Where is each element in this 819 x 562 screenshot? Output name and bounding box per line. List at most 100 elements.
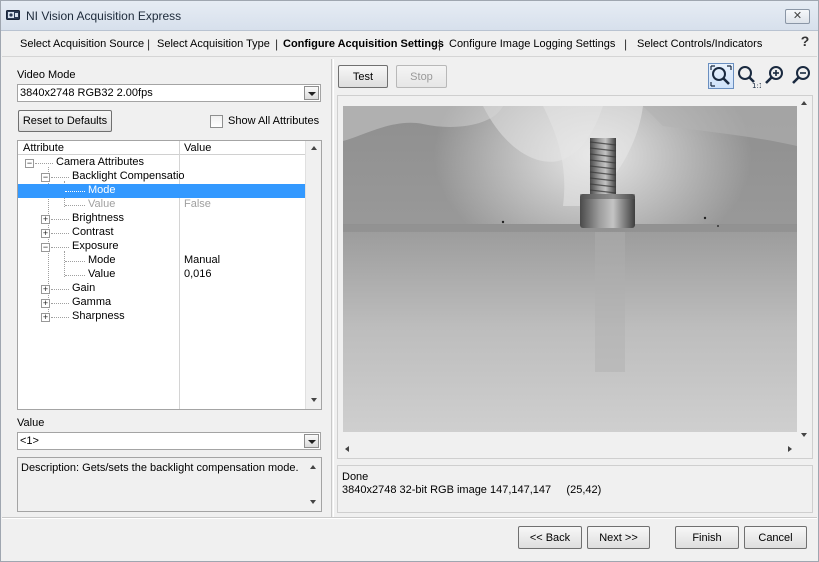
- tree-row-backlight-compensation[interactable]: − Backlight Compensatio: [18, 170, 306, 184]
- tree-header: Attribute Value: [18, 141, 306, 155]
- acquired-image[interactable]: [343, 106, 797, 432]
- expand-icon[interactable]: +: [41, 285, 50, 294]
- help-icon[interactable]: ?: [797, 33, 813, 53]
- step-select-acquisition-type[interactable]: Select Acquisition Type: [157, 38, 270, 50]
- zoom-1-to-1-button[interactable]: 1:1: [735, 63, 763, 90]
- tree-row-label: Exposure: [72, 240, 119, 252]
- footer-separator: [2, 517, 817, 519]
- window-title: NI Vision Acquisition Express: [26, 9, 182, 23]
- step-separator: |: [438, 37, 442, 51]
- acquisition-express-window: NI Vision Acquisition Express ✕ Select A…: [0, 0, 819, 562]
- expand-icon[interactable]: +: [41, 215, 50, 224]
- close-button[interactable]: ✕: [785, 9, 810, 24]
- stop-button[interactable]: Stop: [396, 65, 447, 88]
- cancel-button[interactable]: Cancel: [744, 526, 807, 549]
- tree-row-camera-attributes[interactable]: − Camera Attributes: [18, 156, 306, 170]
- scroll-up-arrow-icon[interactable]: [306, 141, 321, 155]
- value-label: Value: [17, 417, 45, 429]
- attribute-column-header[interactable]: Attribute: [23, 142, 64, 154]
- reset-to-defaults-button[interactable]: Reset to Defaults: [18, 110, 112, 132]
- close-icon: ✕: [792, 10, 803, 22]
- tree-row-exposure-mode[interactable]: Mode Manual: [18, 254, 306, 268]
- attribute-tree[interactable]: Attribute Value − Camera Attributes − Ba…: [17, 140, 322, 410]
- show-all-attributes-label: Show All Attributes: [228, 115, 320, 127]
- tree-row-contrast[interactable]: + Contrast: [18, 226, 306, 240]
- tree-row-backlight-value[interactable]: Value False: [18, 198, 306, 212]
- value-select[interactable]: <1>: [17, 432, 321, 450]
- zoom-out-icon: [792, 66, 810, 84]
- step-select-controls-indicators[interactable]: Select Controls/Indicators: [637, 38, 762, 50]
- show-all-attributes-checkbox[interactable]: [210, 115, 223, 128]
- tree-row-label: Value: [88, 198, 116, 210]
- tree-row-label: Mode: [88, 254, 116, 266]
- scroll-right-arrow-icon[interactable]: [782, 442, 796, 456]
- zoom-in-icon: [765, 66, 783, 84]
- value-column-header[interactable]: Value: [184, 142, 211, 154]
- expand-icon[interactable]: +: [41, 313, 50, 322]
- tree-row-label: Mode: [88, 184, 116, 196]
- video-mode-label: Video Mode: [17, 69, 76, 81]
- svg-text:1:1: 1:1: [752, 82, 761, 89]
- scroll-down-arrow-icon[interactable]: [305, 495, 321, 509]
- scroll-down-arrow-icon[interactable]: [796, 428, 812, 442]
- scroll-up-arrow-icon[interactable]: [305, 460, 321, 474]
- video-mode-value: 3840x2748 RGB32 2.00fps: [20, 87, 153, 99]
- tree-row-label: Brightness: [72, 212, 124, 224]
- zoom-to-fit-button[interactable]: [708, 63, 734, 89]
- zoom-in-button[interactable]: [763, 63, 789, 89]
- camera-icon: [6, 10, 20, 20]
- scroll-up-arrow-icon[interactable]: [796, 96, 812, 110]
- title-bar: NI Vision Acquisition Express ✕: [1, 1, 818, 31]
- step-configure-image-logging[interactable]: Configure Image Logging Settings: [449, 38, 615, 50]
- description-text: Description: Gets/sets the backlight com…: [21, 462, 299, 474]
- step-separator: |: [275, 37, 279, 51]
- image-vertical-scrollbar[interactable]: [796, 96, 812, 442]
- collapse-icon[interactable]: −: [25, 159, 34, 168]
- zoom-fit-icon: [710, 65, 732, 87]
- tree-row-label: Value: [88, 268, 116, 280]
- tree-row-value: False: [184, 198, 211, 210]
- tree-row-label: Gain: [72, 282, 96, 294]
- description-scrollbar[interactable]: [305, 458, 321, 511]
- back-button[interactable]: << Back: [518, 526, 582, 549]
- image-display[interactable]: [337, 95, 813, 459]
- collapse-icon[interactable]: −: [41, 243, 50, 252]
- expand-icon[interactable]: +: [41, 299, 50, 308]
- tree-row-label: Contrast: [72, 226, 114, 238]
- tree-row-exposure-value[interactable]: Value 0,016: [18, 268, 306, 282]
- pane-divider[interactable]: [331, 59, 334, 517]
- dropdown-arrow-icon[interactable]: [304, 86, 319, 100]
- tree-row-label: Sharpness: [72, 310, 125, 322]
- tree-scrollbar[interactable]: [305, 141, 321, 409]
- step-configure-acquisition-settings[interactable]: Configure Acquisition Settings: [283, 38, 444, 50]
- tree-row-label: Camera Attributes: [56, 156, 145, 168]
- tree-row-brightness[interactable]: + Brightness: [18, 212, 306, 226]
- value-select-value: <1>: [20, 435, 39, 447]
- tree-row-label: Backlight Compensatio: [72, 170, 185, 182]
- zoom-actual-size-icon: 1:1: [738, 66, 763, 90]
- finish-button[interactable]: Finish: [675, 526, 739, 549]
- scroll-left-arrow-icon[interactable]: [340, 442, 354, 456]
- tree-row-value: Manual: [184, 254, 221, 266]
- tree-row-backlight-mode[interactable]: Mode: [18, 184, 306, 198]
- step-navigation: Select Acquisition Source | Select Acqui…: [2, 32, 817, 57]
- tree-row-gain[interactable]: + Gain: [18, 282, 306, 296]
- scroll-down-arrow-icon[interactable]: [306, 393, 321, 407]
- collapse-icon[interactable]: −: [41, 173, 50, 182]
- step-separator: |: [147, 37, 151, 51]
- tree-row-exposure[interactable]: − Exposure: [18, 240, 306, 254]
- status-panel: Done 3840x2748 32-bit RGB image 147,147,…: [337, 465, 813, 513]
- tree-row-value: 0,016: [184, 268, 212, 280]
- next-button[interactable]: Next >>: [587, 526, 650, 549]
- tree-row-gamma[interactable]: + Gamma: [18, 296, 306, 310]
- tree-row-label: Gamma: [72, 296, 112, 308]
- tree-row-sharpness[interactable]: + Sharpness: [18, 310, 306, 324]
- test-button[interactable]: Test: [338, 65, 388, 88]
- step-separator: |: [624, 37, 628, 51]
- step-select-acquisition-source[interactable]: Select Acquisition Source: [20, 38, 144, 50]
- image-horizontal-scrollbar[interactable]: [338, 442, 798, 458]
- video-mode-select[interactable]: 3840x2748 RGB32 2.00fps: [17, 84, 321, 102]
- dropdown-arrow-icon[interactable]: [304, 434, 319, 448]
- expand-icon[interactable]: +: [41, 229, 50, 238]
- zoom-out-button[interactable]: [790, 63, 816, 89]
